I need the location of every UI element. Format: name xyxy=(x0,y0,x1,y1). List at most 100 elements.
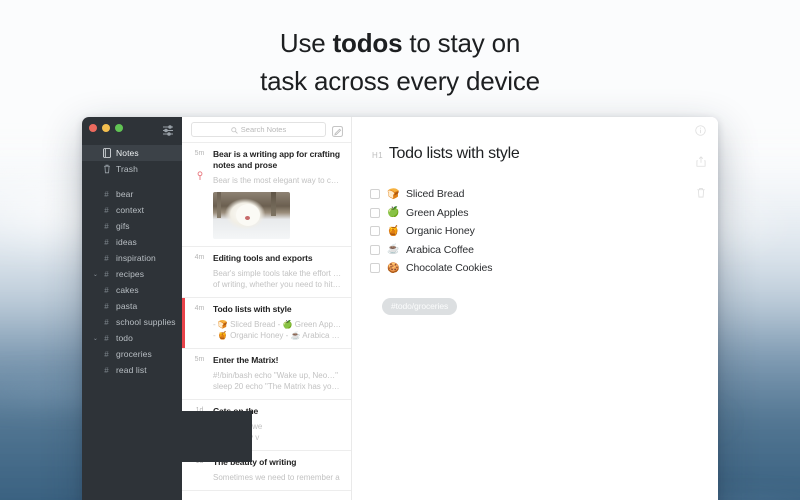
sidebar-tag-label: ideas xyxy=(116,237,137,247)
sidebar-tag-label: recipes xyxy=(116,269,145,279)
note-timestamp: 5m xyxy=(194,356,205,363)
todo-item[interactable]: 🍪 Chocolate Cookies xyxy=(370,259,718,278)
sidebar-item-trash[interactable]: Trash xyxy=(82,161,182,177)
sidebar-tag-todo[interactable]: ⌄ # todo xyxy=(82,330,182,346)
sidebar-tag-school-supplies[interactable]: # school supplies xyxy=(82,314,182,330)
sidebar-tag-inspiration[interactable]: # inspiration xyxy=(82,250,182,266)
editor-title-row: H1 Todo lists with style xyxy=(352,117,718,163)
note-meta: 4m xyxy=(191,304,208,341)
share-icon[interactable] xyxy=(696,154,706,172)
note-tag-pill[interactable]: #todo/groceries xyxy=(382,297,458,315)
sidebar-tag-label: todo xyxy=(116,333,133,343)
note-editor[interactable]: H1 Todo lists with style 🍞 Sliced Bread … xyxy=(352,117,718,500)
todo-checkbox[interactable] xyxy=(370,207,380,218)
sidebar-tag-bear[interactable]: # bear xyxy=(82,186,182,202)
search-input[interactable]: Search Notes xyxy=(191,122,326,137)
todo-checkbox[interactable] xyxy=(370,263,380,274)
todo-emoji: 🍪 xyxy=(387,262,400,274)
note-timestamp: 4m xyxy=(194,254,205,261)
sidebar-item-label: Notes xyxy=(116,148,139,158)
sidebar-tag-label: bear xyxy=(116,189,134,199)
traffic-lights xyxy=(89,124,123,132)
trash-icon[interactable] xyxy=(696,185,706,203)
sidebar-tag-cakes[interactable]: # cakes xyxy=(82,282,182,298)
sidebar-tag-label: gifs xyxy=(116,221,130,231)
note-preview: - 🍞 Sliced Bread - 🍏 Green Apples xyxy=(213,320,342,329)
headline-line-2: task across every device xyxy=(260,66,540,96)
close-button[interactable] xyxy=(89,124,97,132)
editor-note-title[interactable]: Todo lists with style xyxy=(389,145,520,163)
editor-action-icons xyxy=(695,123,706,203)
app-window: Notes Trash # bear # context # gifs # id… xyxy=(82,117,718,500)
hash-icon: # xyxy=(104,253,109,263)
hash-icon: # xyxy=(104,349,109,359)
minimize-button[interactable] xyxy=(102,124,110,132)
todo-checkbox[interactable] xyxy=(370,226,380,237)
sidebar-tag-recipes[interactable]: ⌄ # recipes xyxy=(82,266,182,282)
sidebar-item-label: Trash xyxy=(116,164,138,174)
todo-emoji: 🍏 xyxy=(387,207,400,219)
sidebar-tag-label: groceries xyxy=(116,349,152,359)
note-thumbnail-polar-bear xyxy=(213,192,290,239)
hash-icon: # xyxy=(104,285,109,295)
todo-label: Green Apples xyxy=(406,206,469,219)
note-list-item[interactable]: 5m Bear is a writing app for crafting no… xyxy=(182,143,351,247)
note-title: Enter the Matrix! xyxy=(213,355,279,365)
note-timestamp: 4m xyxy=(194,305,205,312)
note-list-item[interactable]: 5m Enter the Matrix! #!/bin/bash echo "W… xyxy=(182,349,351,400)
note-body: Todo lists with style - 🍞 Sliced Bread -… xyxy=(213,304,342,341)
todo-item[interactable]: ☕ Arabica Coffee xyxy=(370,241,718,260)
trash-icon xyxy=(100,164,113,174)
hash-icon: # xyxy=(104,205,109,215)
note-meta: 5m xyxy=(191,149,208,239)
sidebar-tag-label: read list xyxy=(116,365,147,375)
headline-bold: todos xyxy=(332,28,403,58)
hash-icon: # xyxy=(104,221,109,231)
sidebar-item-notes[interactable]: Notes xyxy=(82,145,182,161)
todo-emoji: 🍞 xyxy=(387,188,400,200)
chevron-down-icon[interactable]: ⌄ xyxy=(91,335,100,342)
note-icon xyxy=(100,148,113,158)
todo-emoji: ☕ xyxy=(387,244,400,256)
todo-checkbox[interactable] xyxy=(370,244,380,255)
todo-checkbox[interactable] xyxy=(370,189,380,200)
bear-face xyxy=(236,204,260,226)
hash-icon: # xyxy=(104,365,109,375)
todo-item[interactable]: 🍯 Organic Honey xyxy=(370,222,718,241)
todo-label: Arabica Coffee xyxy=(406,243,474,256)
pin-icon xyxy=(191,168,208,186)
note-preview-line2: - 🍯 Organic Honey - ☕ Arabica C… xyxy=(213,331,342,340)
headline-line-1: Use todos to stay on xyxy=(0,24,800,62)
info-icon[interactable] xyxy=(695,123,706,141)
zoom-button[interactable] xyxy=(115,124,123,132)
note-timestamp: 5m xyxy=(194,150,205,157)
note-list-item[interactable]: 4m Editing tools and exports Bear's simp… xyxy=(182,247,351,298)
hash-icon: # xyxy=(104,189,109,199)
sidebar-tag-pasta[interactable]: # pasta xyxy=(82,298,182,314)
sidebar-tag-label: pasta xyxy=(116,301,138,311)
note-body: Bear is a writing app for crafting notes… xyxy=(213,149,342,239)
note-preview-line2: of writing, whether you need to hit… xyxy=(213,280,341,289)
search-icon xyxy=(231,121,238,139)
sidebar-tag-context[interactable]: # context xyxy=(82,202,182,218)
todo-label: Sliced Bread xyxy=(406,188,465,201)
window-titlebar[interactable] xyxy=(82,117,182,139)
todo-label: Chocolate Cookies xyxy=(406,262,493,275)
sidebar-tag-groceries[interactable]: # groceries xyxy=(82,346,182,362)
headline-post: to stay on xyxy=(402,28,521,58)
search-bar: Search Notes xyxy=(182,117,351,143)
note-list-pane: Search Notes 5m Bear is a writing app fo… xyxy=(182,117,352,500)
sidebar-tag-ideas[interactable]: # ideas xyxy=(82,234,182,250)
note-list-item-selected[interactable]: 4m Todo lists with style - 🍞 Sliced Brea… xyxy=(182,298,351,349)
todo-item[interactable]: 🍏 Green Apples xyxy=(370,204,718,223)
chevron-down-icon[interactable]: ⌄ xyxy=(91,271,100,278)
note-body: Enter the Matrix! #!/bin/bash echo "Wake… xyxy=(213,355,342,392)
sidebar-tag-label: context xyxy=(116,205,145,215)
todo-item[interactable]: 🍞 Sliced Bread xyxy=(370,185,718,204)
compose-icon[interactable] xyxy=(332,124,343,137)
sidebar-tag-read-list[interactable]: # read list xyxy=(82,362,182,378)
headline-pre: Use xyxy=(279,28,333,58)
hash-icon: # xyxy=(104,333,109,343)
sliders-icon[interactable] xyxy=(162,123,174,136)
sidebar-tag-gifs[interactable]: # gifs xyxy=(82,218,182,234)
